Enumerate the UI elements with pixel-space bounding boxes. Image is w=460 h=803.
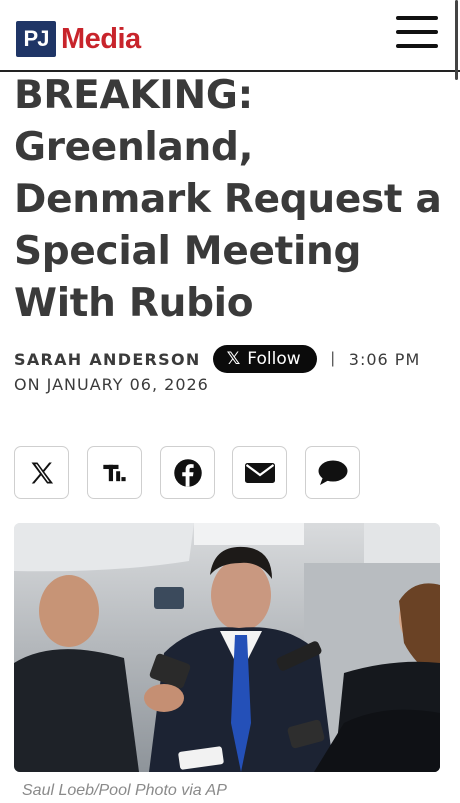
truth-social-icon [102, 464, 126, 481]
byline-separator: | [330, 350, 335, 367]
share-comment-button[interactable] [305, 446, 360, 499]
article-headline: BREAKING: Greenland, Denmark Request a S… [14, 73, 442, 326]
scrollbar[interactable] [455, 0, 458, 80]
x-follow-button[interactable]: 𝕏 Follow [212, 345, 317, 373]
share-x-button[interactable] [14, 446, 69, 499]
facebook-icon [173, 458, 202, 487]
photo-illustration [14, 523, 440, 772]
speech-bubble-icon [318, 460, 347, 485]
envelope-icon [244, 462, 275, 483]
byline: SARAH ANDERSON 𝕏 Follow | 3:06 PM [14, 344, 454, 374]
site-header: PJ Media [0, 0, 460, 72]
logo-pj-mark: PJ [16, 21, 56, 57]
article-photo[interactable] [14, 523, 440, 772]
publish-date: ON JANUARY 06, 2026 [14, 375, 209, 394]
publish-time: 3:06 PM [348, 349, 421, 369]
x-logo-icon [31, 462, 53, 483]
share-truth-social-button[interactable] [87, 446, 142, 499]
share-facebook-button[interactable] [160, 446, 215, 499]
follow-label: Follow [247, 349, 301, 369]
pj-media-logo[interactable]: PJ Media [16, 21, 141, 57]
x-logo-icon: 𝕏 [226, 349, 241, 369]
logo-media-text: Media [61, 22, 141, 55]
hamburger-menu-icon[interactable] [394, 14, 440, 50]
photo-caption: Saul Loeb/Pool Photo via AP [22, 782, 227, 799]
author-name[interactable]: SARAH ANDERSON [14, 350, 201, 369]
share-email-button[interactable] [232, 446, 287, 499]
